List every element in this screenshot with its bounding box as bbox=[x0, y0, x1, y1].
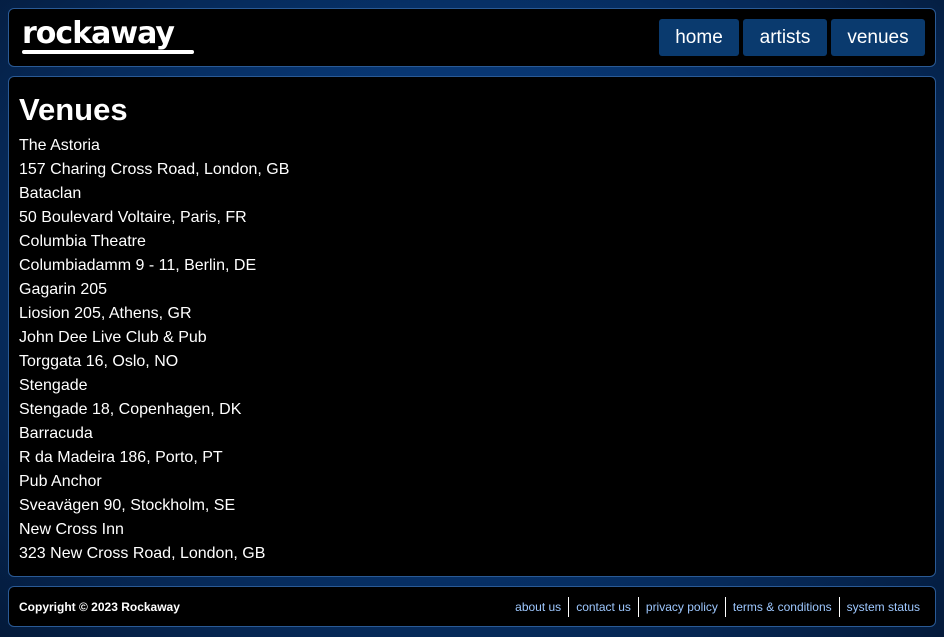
venue-item: Gagarin 205 Liosion 205, Athens, GR bbox=[19, 278, 289, 326]
venue-name: The Astoria bbox=[19, 137, 100, 154]
copyright-text: Copyright © 2023 Rockaway bbox=[19, 600, 180, 614]
main-content: Venues The Astoria 157 Charing Cross Roa… bbox=[8, 76, 936, 577]
venue-address: 50 Boulevard Voltaire, Paris, FR bbox=[19, 209, 247, 226]
venue-name: John Dee Live Club & Pub bbox=[19, 329, 207, 346]
nav-home-button[interactable]: home bbox=[659, 19, 739, 56]
footer-link-system-status[interactable]: system status bbox=[840, 597, 927, 617]
venue-item: Columbia Theatre Columbiadamm 9 - 11, Be… bbox=[19, 230, 289, 278]
venue-address: Stengade 18, Copenhagen, DK bbox=[19, 401, 242, 418]
venue-item: Pub Anchor Sveavägen 90, Stockholm, SE bbox=[19, 470, 289, 518]
venue-name: Columbia Theatre bbox=[19, 233, 146, 250]
venue-item: Barracuda R da Madeira 186, Porto, PT bbox=[19, 422, 289, 470]
venue-name: Stengade bbox=[19, 377, 88, 394]
venue-address: 323 New Cross Road, London, GB bbox=[19, 545, 266, 562]
main-nav: home artists venues bbox=[659, 19, 925, 56]
site-header: rockaway home artists venues bbox=[8, 8, 936, 67]
venue-address: Sveavägen 90, Stockholm, SE bbox=[19, 497, 236, 514]
footer-link-terms[interactable]: terms & conditions bbox=[726, 597, 839, 617]
footer-link-contact-us[interactable]: contact us bbox=[569, 597, 638, 617]
rockaway-logo[interactable]: rockaway bbox=[22, 18, 175, 50]
venue-address: 157 Charing Cross Road, London, GB bbox=[19, 161, 290, 178]
nav-venues-button[interactable]: venues bbox=[831, 19, 925, 56]
nav-artists-button[interactable]: artists bbox=[743, 19, 827, 56]
venue-item: Stengade Stengade 18, Copenhagen, DK bbox=[19, 374, 289, 422]
footer-link-about-us[interactable]: about us bbox=[508, 597, 568, 617]
venue-name: Pub Anchor bbox=[19, 473, 102, 490]
venue-name: Bataclan bbox=[19, 185, 82, 202]
logo-underline bbox=[22, 50, 194, 54]
venue-item: New Cross Inn 323 New Cross Road, London… bbox=[19, 518, 289, 566]
venue-address: Columbiadamm 9 - 11, Berlin, DE bbox=[19, 257, 257, 274]
footer-links: about us contact us privacy policy terms… bbox=[508, 597, 927, 617]
venue-name: Gagarin 205 bbox=[19, 281, 108, 298]
page-title: Venues bbox=[19, 92, 128, 127]
venue-item: John Dee Live Club & Pub Torggata 16, Os… bbox=[19, 326, 289, 374]
venue-address: Liosion 205, Athens, GR bbox=[19, 305, 192, 322]
venue-address: R da Madeira 186, Porto, PT bbox=[19, 449, 223, 466]
venue-name: Barracuda bbox=[19, 425, 93, 442]
venue-address: Torggata 16, Oslo, NO bbox=[19, 353, 179, 370]
footer-link-privacy-policy[interactable]: privacy policy bbox=[639, 597, 725, 617]
venue-item: The Astoria 157 Charing Cross Road, Lond… bbox=[19, 134, 289, 182]
venue-list: The Astoria 157 Charing Cross Road, Lond… bbox=[19, 134, 289, 566]
venue-item: Bataclan 50 Boulevard Voltaire, Paris, F… bbox=[19, 182, 289, 230]
site-footer: Copyright © 2023 Rockaway about us conta… bbox=[8, 586, 936, 627]
venue-name: New Cross Inn bbox=[19, 521, 124, 538]
